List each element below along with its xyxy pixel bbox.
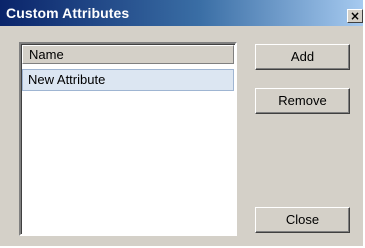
close-icon[interactable]: × xyxy=(347,9,363,23)
custom-attributes-dialog: Custom Attributes × Name New Attribute A… xyxy=(0,0,363,246)
column-header-name[interactable]: Name xyxy=(22,45,234,64)
add-button[interactable]: Add xyxy=(255,44,350,70)
dialog-title: Custom Attributes xyxy=(6,5,130,21)
attributes-list[interactable]: Name New Attribute xyxy=(19,42,237,236)
list-item[interactable]: New Attribute xyxy=(22,69,234,91)
close-button[interactable]: Close xyxy=(255,207,350,233)
remove-button[interactable]: Remove xyxy=(255,88,350,114)
title-bar[interactable]: Custom Attributes × xyxy=(0,0,363,26)
